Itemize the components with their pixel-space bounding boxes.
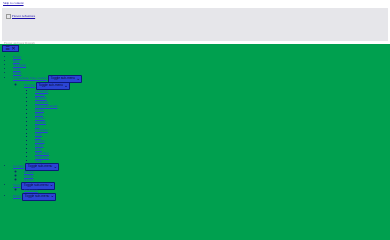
hamburger-close-icon: ☰ ✕ (5, 45, 16, 52)
skip-to-content-link[interactable]: Skip to content (3, 1, 24, 6)
nav-link-flower[interactable]: Tulip (35, 159, 42, 163)
toggle-submenu-label: Toggle sub-menu (50, 76, 76, 81)
nav-link-garden[interactable]: Orchid (24, 178, 33, 182)
nav-item-flowers: Flowers Toggle sub-menu⌄ Anemone Astilbe… (24, 82, 390, 164)
site-logo[interactable]: Flower Adventure (6, 14, 35, 19)
toggle-submenu-label: Toggle sub-menu (27, 164, 53, 169)
nav-link-plants[interactable]: Plants (13, 71, 21, 75)
submenu-flowers: Anemone Astilbe Bluebell Carnation Chrys… (24, 89, 390, 164)
logo-link[interactable]: Flower Adventure (12, 14, 35, 18)
chevron-down-icon: ⌄ (63, 83, 68, 89)
nav-link-cultivation[interactable]: Cultivation, Tips, Guides (13, 76, 47, 81)
toggle-submenu-label: Toggle sub-menu (23, 183, 49, 188)
site-header: Flower Adventure Flower and trees blosso… (2, 8, 388, 45)
toggle-submenu-label: Toggle sub-menu (24, 193, 50, 198)
toggle-submenu-label: Toggle sub-menu (38, 83, 63, 88)
menu-toggle-button[interactable]: ☰ ✕ (2, 45, 19, 52)
nav-link-flowers[interactable]: Flowers (24, 83, 35, 88)
primary-navigation: ☰ ✕ Home Blog Shopping Trees Plants Cult… (0, 44, 390, 240)
chevron-down-icon: ⌄ (76, 76, 81, 82)
nav-link-plants-group[interactable]: Plants (13, 194, 21, 199)
submenu-gardens: Bonsai Cactus Orchid (13, 170, 390, 183)
submenu: Flowers Toggle sub-menu⌄ Anemone Astilbe… (13, 82, 390, 164)
chevron-down-icon: ⌄ (50, 194, 55, 200)
broken-image-icon (6, 14, 11, 19)
chevron-down-icon: ⌄ (49, 183, 54, 189)
nav-item-group4: Plants Toggle sub-menu⌄ (13, 192, 390, 201)
toggle-submenu-button[interactable]: Toggle sub-menu ⌄ (22, 192, 57, 201)
nav-item-group2: Gardens Toggle sub-menu⌄ Bonsai Cactus O… (13, 163, 390, 183)
nav-list: Home Blog Shopping Trees Plants Cultivat… (0, 55, 390, 201)
nav-item-group1: Cultivation, Tips, Guides Toggle sub-men… (13, 75, 390, 164)
nav-menu: Home Blog Shopping Trees Plants Cultivat… (0, 55, 390, 201)
nav-link-tree[interactable]: Fruit trees (24, 188, 38, 193)
nav-link-trees-group[interactable]: Trees (13, 183, 20, 188)
nav-link-gardens[interactable]: Gardens (13, 164, 24, 169)
chevron-down-icon: ⌄ (53, 164, 58, 170)
nav-item-group3: Trees Toggle sub-menu⌄ Fruit trees (13, 181, 390, 193)
